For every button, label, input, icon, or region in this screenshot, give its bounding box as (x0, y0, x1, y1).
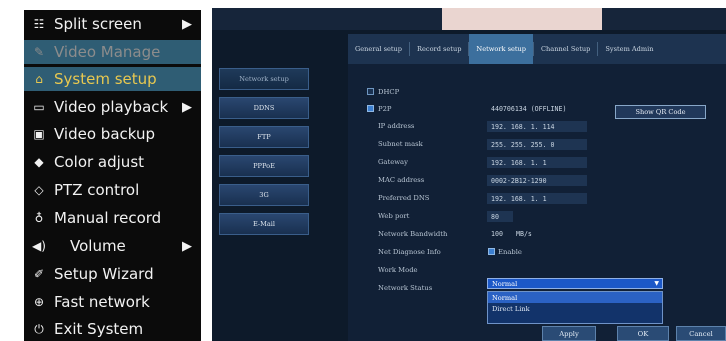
work-mode-label: Work Mode (378, 266, 418, 274)
cancel-button[interactable]: Cancel (676, 326, 726, 341)
subnet-mask-field[interactable]: 255. 255. 255. 0 (487, 139, 587, 150)
backup-icon: ▣ (33, 127, 45, 141)
web-port-label: Web port (378, 212, 410, 220)
menu-item-manual-record[interactable]: ♁ Manual record (24, 206, 201, 230)
menu-item-video-manage[interactable]: ✎ Video Manage (24, 40, 201, 64)
menu-label: Manual record (54, 209, 162, 227)
net-diagnose-checkbox[interactable] (488, 248, 495, 255)
context-menu: ☷ Split screen ▶ ✎ Video Manage ⌂ System… (24, 10, 201, 341)
web-port-field[interactable]: 80 (487, 211, 513, 222)
subnet-mask-label: Subnet mask (378, 140, 423, 148)
menu-label: Video backup (54, 125, 156, 143)
mac-address-label: MAC address (378, 176, 425, 184)
menu-label: System setup (54, 70, 157, 88)
power-icon: ⏻ (34, 321, 44, 336)
menu-label: Volume (70, 237, 126, 255)
menu-item-setup-wizard[interactable]: ✐ Setup Wizard (24, 262, 201, 286)
network-status-label: Network Status (378, 284, 433, 292)
menu-item-video-backup[interactable]: ▣ Video backup (24, 122, 201, 146)
menu-label: Video Manage (54, 43, 161, 61)
submenu-arrow-icon: ▶ (182, 99, 192, 115)
menu-label: Exit System (54, 320, 144, 338)
menu-label: Color adjust (54, 153, 145, 171)
menu-item-color-adjust[interactable]: ◆ Color adjust (24, 150, 201, 174)
work-mode-select[interactable]: Normal ▼ (487, 278, 663, 289)
work-mode-selected: Normal (492, 279, 518, 288)
net-diagnose-enable-label: Enable (498, 248, 522, 256)
wizard-icon: ✐ (33, 267, 45, 281)
split-screen-icon: ☷ (33, 17, 45, 31)
network-setup-window: General setup Record setup Network setup… (212, 8, 726, 341)
menu-label: Split screen (54, 15, 142, 33)
playback-icon: ▭ (33, 100, 45, 114)
bandwidth-label: Network Bandwidth (378, 230, 448, 238)
menu-label: Video playback (54, 98, 169, 116)
submenu-arrow-icon: ▶ (182, 238, 192, 254)
ok-button[interactable]: OK (617, 326, 669, 341)
menu-item-exit-system[interactable]: ⏻ Exit System (24, 317, 201, 341)
bandwidth-unit: MB/s (516, 230, 532, 238)
ip-address-label: IP address (378, 122, 415, 130)
screen-root: ☷ Split screen ▶ ✎ Video Manage ⌂ System… (0, 0, 726, 341)
submenu-arrow-icon: ▶ (182, 16, 192, 32)
menu-label: Setup Wizard (54, 265, 154, 283)
menu-label: PTZ control (54, 181, 140, 199)
video-manage-icon: ✎ (33, 45, 45, 59)
menu-label: Fast network (54, 293, 150, 311)
apply-button[interactable]: Apply (542, 326, 596, 341)
mac-address-field: 0002-2B12-1290 (487, 175, 587, 186)
menu-item-fast-network[interactable]: ⊕ Fast network (24, 290, 201, 314)
menu-item-ptz-control[interactable]: ◇ PTZ control (24, 178, 201, 202)
menu-item-split-screen[interactable]: ☷ Split screen ▶ (24, 12, 201, 36)
work-mode-dropdown: Normal Direct Link (487, 291, 663, 324)
volume-icon: ◀) (32, 239, 46, 253)
p2p-device-id: 440706134 (OFFLINE) (491, 105, 567, 113)
bandwidth-value: 100 (491, 230, 503, 238)
net-diagnose-label: Net Diagnose Info (378, 248, 441, 256)
work-mode-option-direct-link[interactable]: Direct Link (488, 303, 662, 314)
fast-network-icon: ⊕ (33, 295, 45, 309)
dhcp-label: DHCP (378, 88, 400, 96)
work-mode-option-normal[interactable]: Normal (488, 292, 662, 303)
ptz-icon: ◇ (34, 183, 44, 197)
color-adjust-icon: ◆ (34, 155, 44, 169)
ip-address-field[interactable]: 192. 168. 1. 114 (487, 121, 587, 132)
menu-item-volume[interactable]: ◀) Volume ▶ (24, 234, 201, 258)
gateway-field[interactable]: 192. 168. 1. 1 (487, 157, 587, 168)
menu-item-video-playback[interactable]: ▭ Video playback ▶ (24, 95, 201, 119)
gateway-label: Gateway (378, 158, 408, 166)
home-icon: ⌂ (35, 72, 43, 86)
show-qr-code-button[interactable]: Show QR Code (615, 105, 706, 119)
dhcp-checkbox[interactable] (367, 88, 374, 95)
menu-item-system-setup[interactable]: ⌂ System setup (24, 67, 201, 91)
preferred-dns-field[interactable]: 192. 168. 1. 1 (487, 193, 587, 204)
record-icon: ♁ (34, 211, 44, 225)
p2p-checkbox[interactable] (367, 105, 374, 112)
preferred-dns-label: Preferred DNS (378, 194, 430, 202)
p2p-label: P2P (378, 105, 392, 113)
dropdown-arrow-icon: ▼ (654, 280, 659, 287)
